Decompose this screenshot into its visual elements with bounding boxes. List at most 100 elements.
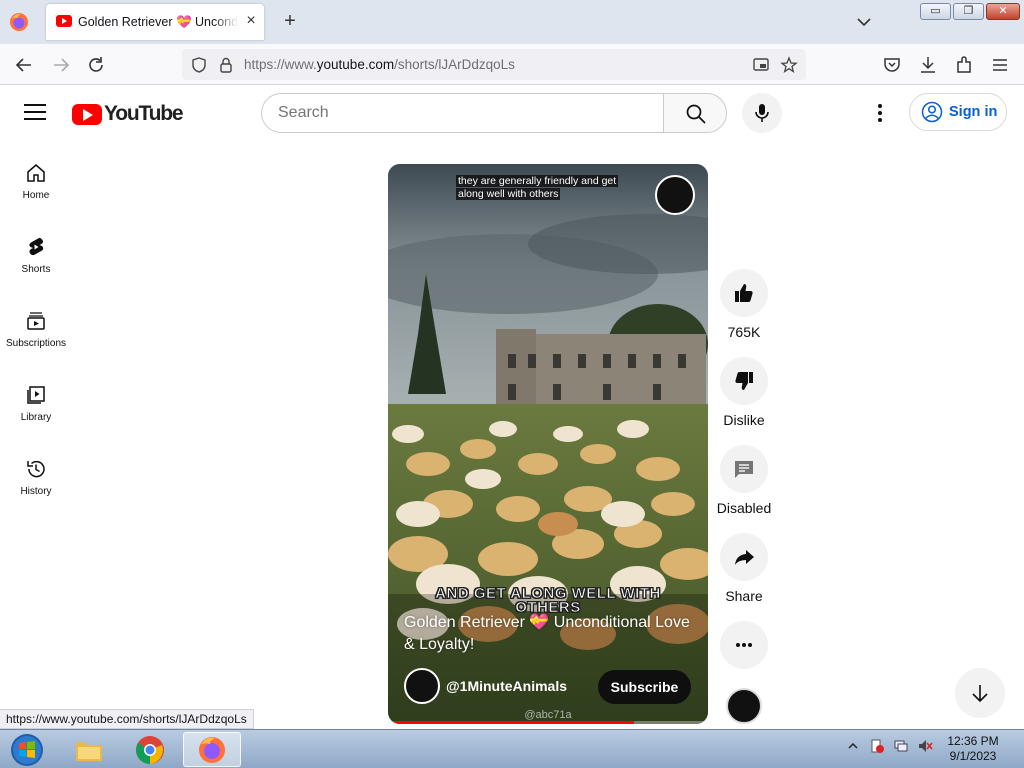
dislike-label: Dislike	[723, 412, 765, 428]
bookmark-star-icon[interactable]	[780, 56, 798, 74]
video-watermark: @abc71a	[524, 709, 572, 721]
system-tray	[845, 738, 933, 754]
like-button[interactable]: 765K	[712, 269, 776, 340]
start-orb-icon[interactable]	[4, 731, 46, 768]
youtube-wordmark: YouTube	[104, 102, 184, 125]
progress-bar[interactable]	[388, 721, 635, 724]
voice-search-button[interactable]	[742, 93, 782, 133]
subscriptions-icon	[27, 312, 45, 330]
guide-label-library: Library	[20, 412, 52, 423]
guide-item-library[interactable]: Library	[0, 370, 72, 436]
share-button[interactable]: Share	[712, 533, 776, 604]
channel-name[interactable]: @1MinuteAnimals	[446, 678, 567, 694]
more-horizontal-icon	[736, 643, 752, 647]
guide-label-subscriptions: Subscriptions	[5, 338, 67, 349]
url-text[interactable]: https://www.youtube.com/shorts/lJArDdzqo…	[244, 57, 515, 72]
comments-label: Disabled	[716, 500, 772, 516]
new-tab-button[interactable]: +	[279, 10, 301, 32]
lock-icon[interactable]	[217, 56, 235, 74]
list-all-tabs-chevron-icon[interactable]	[853, 12, 875, 32]
share-icon	[735, 550, 754, 565]
pocket-icon[interactable]	[881, 54, 903, 76]
network-icon[interactable]	[893, 738, 909, 754]
channel-avatar[interactable]	[404, 668, 440, 704]
arrow-down-icon	[972, 685, 988, 703]
short-title[interactable]: Golden Retriever 💝 Unconditional Love & …	[404, 612, 694, 656]
taskbar-file-explorer[interactable]	[60, 732, 118, 767]
youtube-masthead: YouTube Sign in	[0, 86, 1024, 142]
windows-taskbar: 12:36 PM 9/1/2023	[0, 729, 1024, 768]
tab-close-button[interactable]: ×	[242, 12, 260, 30]
shorts-icon	[29, 237, 44, 256]
browser-tab-youtube[interactable]: Golden Retriever 💝 Unconditional Love & …	[46, 4, 264, 40]
guide-label-home: Home	[22, 190, 50, 201]
close-icon: ✕	[998, 5, 1008, 17]
downloads-icon[interactable]	[917, 54, 939, 76]
youtube-favicon-icon	[56, 15, 72, 27]
forward-icon[interactable]	[50, 54, 72, 76]
sound-channel-avatar[interactable]	[726, 688, 762, 724]
video-channel-badge-icon	[655, 175, 695, 215]
comment-icon	[735, 461, 753, 478]
youtube-logo[interactable]: YouTube	[72, 102, 184, 125]
window-controls: ▭ ❐ ✕	[920, 3, 1020, 20]
more-actions-button[interactable]	[712, 621, 776, 669]
close-window-button[interactable]: ✕	[986, 3, 1020, 20]
search-icon	[686, 104, 706, 124]
tab-title: Golden Retriever 💝 Unconditional Love & …	[78, 15, 238, 29]
sign-in-label: Sign in	[949, 104, 998, 120]
link-status-bar: https://www.youtube.com/shorts/lJArDdzqo…	[0, 709, 254, 729]
more-options-icon[interactable]	[868, 101, 892, 125]
restore-button[interactable]: ❐	[953, 3, 984, 20]
minimize-icon: ▭	[930, 5, 941, 17]
guide-item-subscriptions[interactable]: Subscriptions	[0, 296, 72, 362]
guide-item-history[interactable]: History	[0, 444, 72, 510]
restore-icon: ❐	[963, 5, 974, 17]
volume-muted-icon[interactable]	[917, 738, 933, 754]
comments-button[interactable]: Disabled	[712, 445, 776, 516]
guide-label-shorts: Shorts	[21, 264, 51, 275]
clock-time: 12:36 PM	[947, 734, 999, 748]
browser-tab-strip: Golden Retriever 💝 Unconditional Love & …	[0, 0, 1024, 44]
shield-icon[interactable]	[190, 56, 208, 74]
guide-menu-icon[interactable]	[24, 104, 46, 122]
chrome-icon	[136, 735, 164, 764]
guide-item-home[interactable]: Home	[0, 148, 72, 214]
account-icon	[921, 101, 943, 123]
search-field[interactable]	[261, 93, 664, 133]
guide-item-shorts[interactable]: Shorts	[0, 222, 72, 288]
shorts-video-player[interactable]: they are generally friendly and get alon…	[388, 164, 708, 724]
back-icon[interactable]	[13, 54, 35, 76]
menu-icon[interactable]	[989, 54, 1011, 76]
closed-caption: they are generally friendly and get alon…	[456, 175, 622, 201]
system-clock[interactable]: 12:36 PM 9/1/2023	[940, 734, 1006, 764]
firefox-taskbar-icon	[199, 736, 225, 763]
clock-date: 9/1/2023	[949, 749, 997, 763]
search-button[interactable]	[663, 93, 727, 133]
next-short-button[interactable]	[955, 668, 1005, 718]
search-input[interactable]	[262, 94, 664, 132]
taskbar-chrome[interactable]	[121, 732, 179, 767]
share-label: Share	[725, 588, 763, 604]
home-icon	[27, 164, 45, 182]
action-center-icon[interactable]	[869, 738, 885, 754]
firefox-icon[interactable]	[9, 12, 29, 32]
show-hidden-icons-icon[interactable]	[845, 738, 861, 754]
sign-in-button[interactable]: Sign in	[909, 93, 1007, 131]
guide-label-history: History	[20, 486, 52, 497]
caption-line: they are generally friendly and get	[456, 175, 619, 187]
thumbs-up-icon	[735, 284, 753, 302]
microphone-icon	[755, 104, 769, 122]
extensions-icon[interactable]	[953, 54, 975, 76]
minimize-button[interactable]: ▭	[920, 3, 951, 20]
taskbar-firefox[interactable]	[183, 732, 241, 767]
subscribe-button[interactable]: Subscribe	[598, 670, 691, 704]
youtube-play-icon	[72, 103, 102, 125]
dislike-button[interactable]: Dislike	[712, 357, 776, 428]
reload-icon[interactable]	[85, 54, 107, 76]
folder-icon	[76, 741, 102, 761]
address-bar[interactable]: https://www.youtube.com/shorts/lJArDdzqo…	[182, 49, 806, 80]
like-count: 765K	[727, 324, 761, 340]
picture-in-picture-icon[interactable]	[752, 56, 770, 74]
history-icon	[27, 460, 45, 478]
